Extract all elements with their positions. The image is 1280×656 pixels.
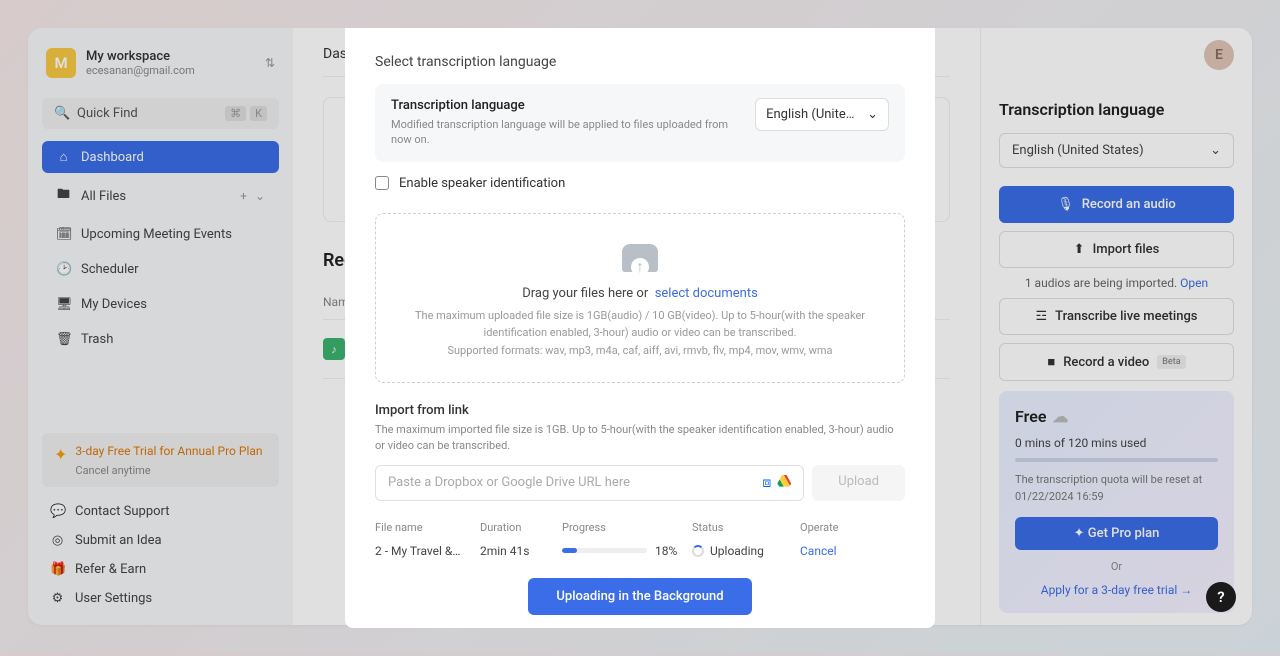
checkbox-label: Enable speaker identification (399, 176, 565, 191)
h-duration: Duration (480, 521, 562, 534)
drop-sub2: Supported formats: wav, mp3, m4a, caf, a… (396, 342, 884, 360)
dropbox-icon: ⧈ (762, 475, 771, 491)
drop-sub1: The maximum uploaded file size is 1GB(au… (396, 307, 884, 342)
cancel-link[interactable]: Cancel (800, 544, 905, 558)
h-name: File name (375, 521, 480, 534)
select-documents-link[interactable]: select documents (655, 286, 758, 301)
upload-progress: 18% (562, 544, 692, 558)
upload-button[interactable]: Upload (812, 465, 905, 501)
import-modal: Select transcription language Transcript… (345, 28, 935, 628)
modal-language-select[interactable]: English (United … ⌄ (755, 98, 889, 131)
drop-text: Drag your files here or select documents (396, 286, 884, 301)
cloud-upload-icon (622, 244, 658, 272)
url-placeholder: Paste a Dropbox or Google Drive URL here (388, 475, 762, 490)
chevron-down-icon: ⌄ (867, 107, 878, 122)
h-progress: Progress (562, 521, 692, 534)
progress-bar (562, 548, 647, 553)
lang-label: Transcription language (391, 98, 737, 113)
upload-table-header: File name Duration Progress Status Opera… (375, 521, 905, 534)
upload-row: 2 - My Travel &… 2min 41s 18% Uploading … (375, 544, 905, 558)
upload-table: File name Duration Progress Status Opera… (375, 521, 905, 558)
modal-overlay[interactable]: Select transcription language Transcript… (0, 0, 1280, 656)
import-link-title: Import from link (375, 403, 905, 418)
dropzone[interactable]: Drag your files here or select documents… (375, 213, 905, 383)
h-status: Status (692, 521, 800, 534)
lang-sub: Modified transcription language will be … (391, 117, 737, 148)
upload-file-name: 2 - My Travel &… (375, 544, 480, 558)
spinner-icon (692, 545, 704, 557)
checkbox[interactable] (375, 176, 389, 190)
progress-percent: 18% (655, 544, 677, 558)
url-input[interactable]: Paste a Dropbox or Google Drive URL here… (375, 465, 804, 501)
upload-duration: 2min 41s (480, 544, 562, 558)
import-link-sub: The maximum imported file size is 1GB. U… (375, 422, 905, 455)
h-operate: Operate (800, 521, 905, 534)
upload-status: Uploading (692, 544, 800, 558)
help-fab[interactable]: ? (1206, 582, 1236, 612)
url-row: Paste a Dropbox or Google Drive URL here… (375, 465, 905, 501)
modal-title: Select transcription language (375, 54, 905, 70)
language-row: Transcription language Modified transcri… (375, 84, 905, 162)
lang-select-value: English (United … (766, 107, 861, 122)
gdrive-icon (777, 475, 791, 487)
background-upload-button[interactable]: Uploading in the Background (528, 578, 751, 615)
speaker-id-checkbox-row[interactable]: Enable speaker identification (375, 176, 905, 191)
status-text: Uploading (710, 544, 764, 558)
